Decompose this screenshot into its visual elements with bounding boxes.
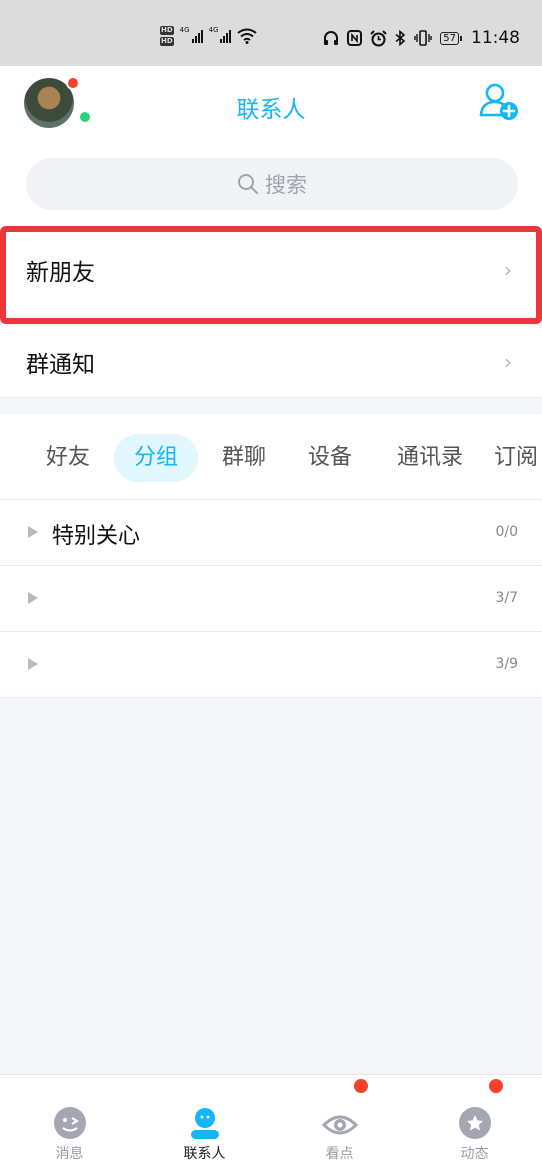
hd-badge: HD xyxy=(160,26,174,35)
signal-icon xyxy=(220,29,232,43)
tab-groups[interactable]: 分组 xyxy=(114,434,198,482)
group-count: 0/0 xyxy=(495,524,518,540)
group-name: 特别关心 xyxy=(52,524,141,549)
badge-dot xyxy=(354,1079,368,1093)
chevron-right-icon: › xyxy=(504,349,512,374)
nfc-icon xyxy=(347,30,363,46)
expand-triangle-icon xyxy=(28,592,38,604)
bluetooth-icon xyxy=(395,30,406,46)
search-icon xyxy=(238,174,258,194)
status-bar: HD HD 4G 4G 57 11:48 xyxy=(0,0,542,66)
search-area: 搜索 xyxy=(0,144,542,224)
star-icon xyxy=(458,1107,491,1139)
new-friends-entry[interactable]: 新朋友 › xyxy=(0,224,542,316)
new-friends-label: 新朋友 xyxy=(26,260,95,286)
group-row[interactable]: 特别关心 0/0 xyxy=(0,500,542,566)
tab-friends[interactable]: 好友 xyxy=(32,434,104,482)
expand-triangle-icon xyxy=(28,658,38,670)
tab-subscriptions[interactable]: 订阅 xyxy=(494,434,542,482)
add-friend-icon[interactable] xyxy=(478,80,522,124)
search-input[interactable]: 搜索 xyxy=(26,158,518,210)
tab-devices[interactable]: 设备 xyxy=(294,434,366,482)
alarm-icon xyxy=(370,29,387,46)
group-count: 3/9 xyxy=(495,656,518,672)
badge-dot xyxy=(489,1079,503,1093)
chevron-right-icon: › xyxy=(504,258,512,282)
search-placeholder: 搜索 xyxy=(265,173,307,197)
group-count: 3/7 xyxy=(495,590,518,606)
tabbar-label: 动态 xyxy=(460,1146,489,1162)
group-row[interactable]: 3/7 xyxy=(0,566,542,632)
tabbar-contacts[interactable]: 联系人 xyxy=(137,1075,272,1170)
hd-badges: HD HD xyxy=(160,26,174,46)
expand-triangle-icon xyxy=(28,526,38,538)
contact-tabs: 好友 分组 群聊 设备 通讯录 订阅 xyxy=(0,414,542,500)
battery-icon: 57 xyxy=(440,31,462,45)
bottom-tab-bar: 消息 联系人 看点 动态 xyxy=(0,1074,542,1170)
sim-label: 4G xyxy=(179,26,190,34)
group-row[interactable]: 3/9 xyxy=(0,632,542,698)
message-icon xyxy=(53,1107,86,1139)
headphones-icon xyxy=(324,31,339,45)
contacts-icon xyxy=(190,1108,219,1139)
tabbar-label: 联系人 xyxy=(183,1146,226,1162)
header: 联系人 xyxy=(0,66,542,144)
notification-dot xyxy=(66,76,80,90)
clock: 11:48 xyxy=(471,28,520,48)
group-notice-entry[interactable]: 群通知 › xyxy=(0,326,542,398)
vibrate-icon xyxy=(414,30,432,46)
eye-icon xyxy=(321,1115,358,1135)
sim-label: 4G xyxy=(208,26,219,34)
hd-badge: HD xyxy=(160,37,174,46)
tabbar-label: 消息 xyxy=(55,1146,84,1162)
group-notice-label: 群通知 xyxy=(26,351,95,378)
tabbar-moments[interactable]: 动态 xyxy=(407,1075,542,1170)
tab-address-book[interactable]: 通讯录 xyxy=(384,434,476,482)
page-title: 联系人 xyxy=(236,97,306,123)
signal-group: HD HD 4G 4G xyxy=(160,26,258,46)
tabbar-discover[interactable]: 看点 xyxy=(272,1075,407,1170)
tabbar-label: 看点 xyxy=(325,1146,354,1162)
status-icons: 57 11:48 xyxy=(323,28,520,48)
tab-group-chats[interactable]: 群聊 xyxy=(208,434,280,482)
signal-icon xyxy=(191,29,203,43)
wifi-icon xyxy=(237,28,258,44)
tabbar-messages[interactable]: 消息 xyxy=(2,1075,137,1170)
